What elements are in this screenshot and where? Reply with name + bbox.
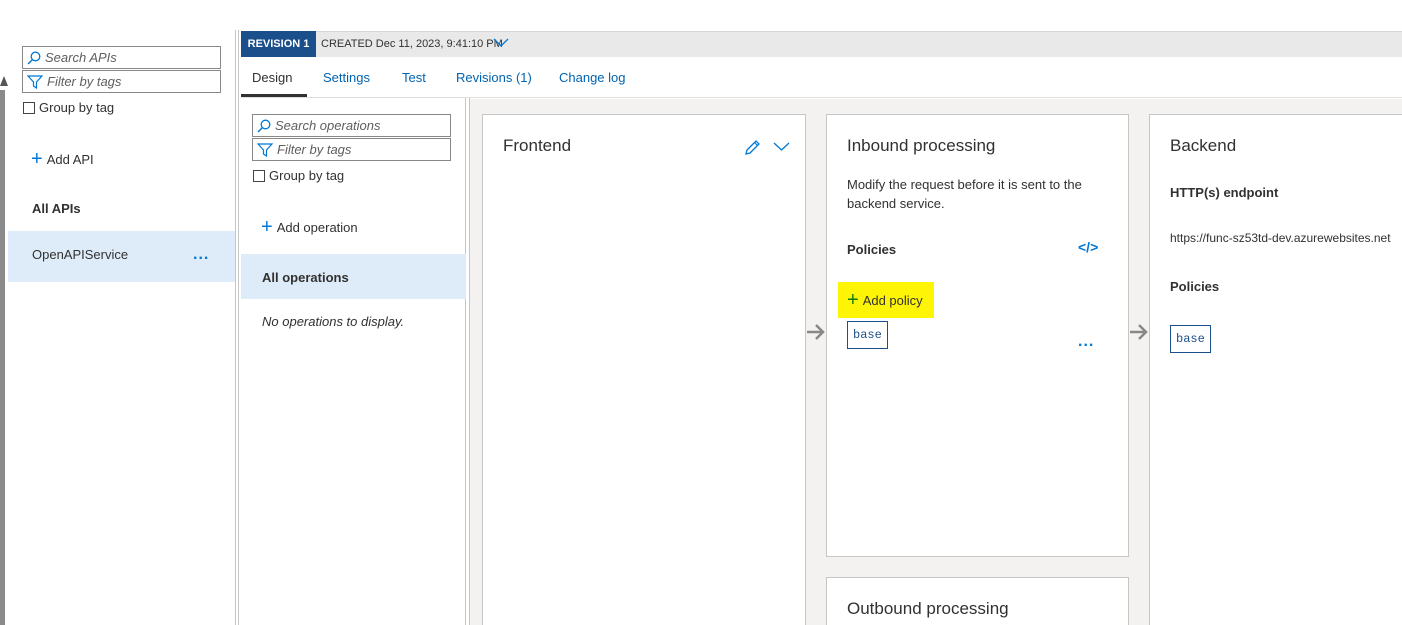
- checkbox-box[interactable]: [253, 169, 265, 182]
- search-apis-input-box[interactable]: [22, 46, 221, 69]
- panel-divider: [238, 30, 239, 625]
- api-name[interactable]: OpenAPIService: [32, 247, 128, 262]
- plus-icon: +: [261, 216, 273, 238]
- code-editor-icon[interactable]: </>: [1078, 239, 1098, 255]
- inbound-description: Modify the request before it is sent to …: [847, 177, 1082, 211]
- tab-settings[interactable]: Settings: [323, 70, 370, 85]
- inbound-policies-heading: Policies: [847, 242, 897, 257]
- panel-divider: [235, 30, 236, 625]
- all-apis-heading: All APIs: [32, 201, 81, 216]
- active-tab-indicator: [241, 94, 307, 97]
- search-operations-input[interactable]: [275, 118, 450, 133]
- add-policy-button[interactable]: + Add policy: [847, 289, 923, 311]
- checkbox-box[interactable]: [23, 101, 35, 114]
- filter-apis-input[interactable]: [47, 74, 220, 89]
- plus-icon: +: [847, 289, 859, 311]
- group-by-tag-checkbox-apis[interactable]: Group by tag: [23, 100, 114, 115]
- search-icon: [27, 51, 41, 64]
- api-more-button[interactable]: ...: [193, 246, 209, 264]
- search-operations-input-box[interactable]: [252, 114, 451, 137]
- frontend-title: Frontend: [503, 136, 572, 155]
- backend-policies-heading: Policies: [1170, 279, 1220, 294]
- scrollbar[interactable]: [0, 90, 5, 625]
- arrow-right-icon: [807, 324, 825, 340]
- frontend-card: [482, 114, 806, 625]
- backend-endpoint-url: https://func-sz53td-dev.azurewebsites.ne…: [1170, 231, 1391, 245]
- inbound-base-policy[interactable]: base: [847, 321, 888, 349]
- search-icon: [257, 119, 271, 132]
- add-api-label: Add API: [46, 151, 94, 167]
- revision-created-text: CREATED Dec 11, 2023, 9:41:10 PM: [321, 38, 503, 50]
- backend-base-policy[interactable]: base: [1170, 325, 1211, 353]
- chevron-down-icon[interactable]: [493, 38, 509, 48]
- tab-test[interactable]: Test: [402, 70, 426, 85]
- group-by-tag-label: Group by tag: [39, 100, 115, 115]
- filter-operations-input[interactable]: [277, 142, 450, 157]
- add-operation-label: Add operation: [276, 219, 358, 235]
- backend-title: Backend: [1170, 136, 1237, 155]
- filter-operations-input-box[interactable]: [252, 138, 451, 161]
- filter-icon: [27, 74, 43, 89]
- plus-icon: +: [31, 148, 43, 170]
- pencil-icon[interactable]: [744, 138, 762, 156]
- filter-apis-input-box[interactable]: [22, 70, 221, 93]
- filter-icon: [257, 142, 273, 157]
- outbound-title: Outbound processing: [847, 599, 1009, 618]
- inbound-policy-more-button[interactable]: ...: [1078, 333, 1094, 351]
- group-by-tag-label: Group by tag: [269, 168, 345, 183]
- tab-design[interactable]: Design: [252, 70, 292, 85]
- search-apis-input[interactable]: [45, 50, 220, 65]
- tab-change-log[interactable]: Change log: [559, 70, 626, 85]
- chevron-down-icon[interactable]: [773, 142, 790, 152]
- add-operation-button[interactable]: + Add operation: [261, 216, 358, 238]
- scroll-up-arrow-icon[interactable]: [0, 76, 8, 86]
- inbound-title: Inbound processing: [847, 136, 996, 155]
- no-operations-message: No operations to display.: [262, 314, 405, 329]
- tab-revisions[interactable]: Revisions (1): [456, 70, 532, 85]
- add-api-button[interactable]: + Add API: [31, 148, 94, 170]
- arrow-right-icon: [1130, 324, 1148, 340]
- group-by-tag-checkbox-operations[interactable]: Group by tag: [253, 168, 344, 183]
- add-policy-label: Add policy: [862, 292, 923, 308]
- http-endpoint-heading: HTTP(s) endpoint: [1170, 185, 1279, 200]
- all-operations-label: All operations: [262, 270, 349, 285]
- revision-badge[interactable]: REVISION 1: [241, 31, 316, 57]
